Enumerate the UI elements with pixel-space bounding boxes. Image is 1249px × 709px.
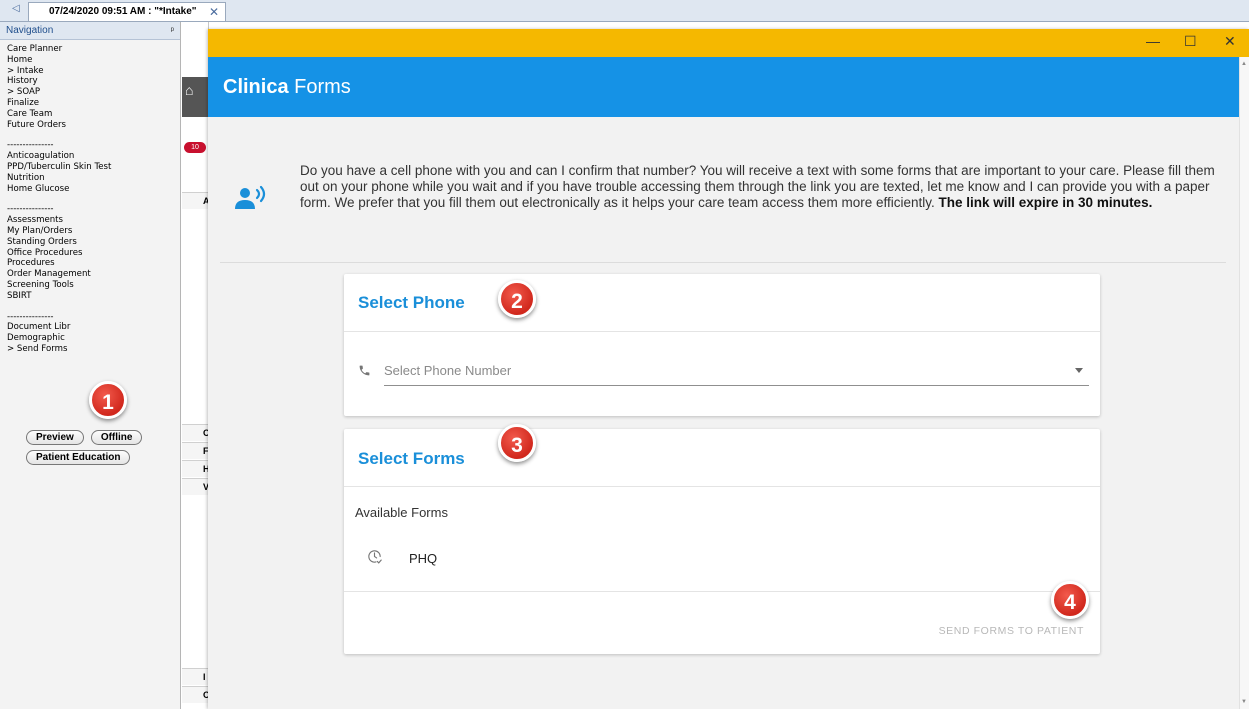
scroll-up-arrow-icon[interactable]: ▲: [1241, 61, 1247, 67]
available-forms-label: Available Forms: [355, 505, 448, 520]
dropdown-arrow-icon[interactable]: [1075, 368, 1083, 373]
send-forms-to-patient-button[interactable]: SEND FORMS TO PATIENT: [939, 625, 1084, 637]
pin-icon[interactable]: ᵖ: [171, 22, 174, 39]
maximize-icon[interactable]: ☐: [1184, 33, 1197, 50]
instructions-text: Do you have a cell phone with you and ca…: [300, 163, 1216, 212]
select-phone-card: Select Phone Select Phone Number: [344, 274, 1100, 416]
speaking-person-icon: [235, 185, 266, 209]
nav-item-future-orders[interactable]: Future Orders: [7, 120, 180, 131]
app-title: Clinica Forms: [223, 76, 351, 99]
callout-badge-4: 4: [1051, 581, 1089, 619]
navigation-buttons: Preview Offline Patient Education: [26, 430, 176, 470]
clinica-forms-window: — ☐ ✕ Clinica Forms ▲ ▼ Do you have a ce…: [208, 29, 1249, 709]
nav-item-anticoagulation[interactable]: Anticoagulation: [7, 151, 180, 162]
app-brand: Clinica: [223, 76, 289, 98]
background-row: I: [182, 668, 208, 685]
app-title-suffix: Forms: [288, 76, 351, 98]
close-tab-icon[interactable]: ✕: [209, 3, 219, 21]
card-divider: [344, 591, 1100, 592]
nav-item-care-team[interactable]: Care Team: [7, 109, 180, 120]
callout-badge-1: 1: [89, 381, 127, 419]
minimize-icon[interactable]: —: [1146, 33, 1160, 49]
background-row: C: [182, 424, 210, 441]
nav-item-history[interactable]: History: [7, 76, 180, 87]
nav-item-intake[interactable]: > Intake: [7, 66, 180, 77]
link-expiry-note: The link will expire in 30 minutes.: [938, 195, 1153, 211]
nav-item-care-planner[interactable]: Care Planner: [7, 44, 180, 55]
background-home-bar: ⌂: [182, 77, 208, 117]
background-app-content: ⌂ 10 A C F H V I C: [182, 22, 210, 709]
nav-item-assessments[interactable]: Assessments: [7, 215, 180, 226]
background-row: V: [182, 478, 209, 495]
navigation-panel: Navigation ᵖ Care Planner Home > Intake …: [0, 22, 181, 709]
window-titlebar: — ☐ ✕: [208, 29, 1249, 57]
offline-button[interactable]: Offline: [90, 430, 143, 445]
tab-scroll-left-icon[interactable]: ◁: [12, 3, 20, 14]
document-tab[interactable]: 07/24/2020 09:51 AM : "*Intake" ✕: [28, 2, 226, 21]
preview-button[interactable]: Preview: [26, 430, 84, 445]
scrollbar[interactable]: ▲ ▼: [1239, 57, 1249, 709]
callout-badge-2: 2: [498, 280, 536, 318]
clock-check-icon: [368, 550, 382, 564]
nav-item-document-library[interactable]: Document Libr: [7, 322, 180, 333]
nav-item-office-procedures[interactable]: Office Procedures: [7, 248, 180, 259]
patient-education-button[interactable]: Patient Education: [26, 450, 131, 465]
document-tab-title: 07/24/2020 09:51 AM : "*Intake": [49, 6, 197, 17]
section-divider: [220, 262, 1226, 263]
background-row: C: [182, 686, 210, 703]
alert-badge: 10: [184, 142, 206, 153]
navigation-title: Navigation: [6, 25, 54, 36]
nav-separator: ---------------: [7, 311, 54, 322]
navigation-header: Navigation ᵖ: [0, 22, 180, 40]
nav-item-standing-orders[interactable]: Standing Orders: [7, 237, 180, 248]
phone-number-select[interactable]: Select Phone Number: [384, 359, 1089, 386]
nav-item-sbirt[interactable]: SBIRT: [7, 291, 180, 302]
background-row: A: [182, 192, 210, 209]
select-forms-card: Select Forms Available Forms PHQ SEND FO…: [344, 429, 1100, 654]
nav-item-procedures[interactable]: Procedures: [7, 258, 180, 269]
form-name: PHQ: [409, 551, 438, 566]
nav-item-ppd-tuberculin[interactable]: PPD/Tuberculin Skin Test: [7, 162, 180, 173]
nav-separator: ---------------: [7, 204, 54, 215]
nav-item-screening-tools[interactable]: Screening Tools: [7, 280, 180, 291]
background-row: H: [182, 460, 210, 477]
app-header: Clinica Forms: [208, 57, 1240, 117]
card-divider: [344, 486, 1100, 487]
nav-item-demographics[interactable]: Demographic: [7, 333, 180, 344]
select-forms-title: Select Forms: [358, 449, 465, 468]
nav-item-finalize[interactable]: Finalize: [7, 98, 180, 109]
scroll-down-arrow-icon[interactable]: ▼: [1241, 699, 1247, 705]
nav-item-my-plan-orders[interactable]: My Plan/Orders: [7, 226, 180, 237]
nav-item-send-forms[interactable]: > Send Forms: [7, 344, 180, 355]
form-list-item[interactable]: PHQ: [344, 534, 1100, 579]
background-row: F: [182, 442, 209, 459]
nav-item-home-glucose[interactable]: Home Glucose: [7, 184, 180, 195]
select-phone-title: Select Phone: [358, 293, 465, 312]
nav-item-home[interactable]: Home: [7, 55, 180, 66]
phone-select-placeholder: Select Phone Number: [384, 363, 512, 378]
nav-separator: ---------------: [7, 140, 54, 151]
phone-icon: [359, 365, 370, 376]
home-icon[interactable]: ⌂: [185, 82, 193, 98]
document-tab-bar: ◁ 07/24/2020 09:51 AM : "*Intake" ✕: [0, 0, 1249, 22]
nav-item-order-management[interactable]: Order Management: [7, 269, 180, 280]
navigation-list: Care Planner Home > Intake History > SOA…: [0, 40, 180, 355]
card-divider: [344, 331, 1100, 332]
nav-item-soap[interactable]: > SOAP: [7, 87, 180, 98]
callout-badge-3: 3: [498, 424, 536, 462]
close-window-icon[interactable]: ✕: [1224, 33, 1236, 50]
nav-item-nutrition[interactable]: Nutrition: [7, 173, 180, 184]
